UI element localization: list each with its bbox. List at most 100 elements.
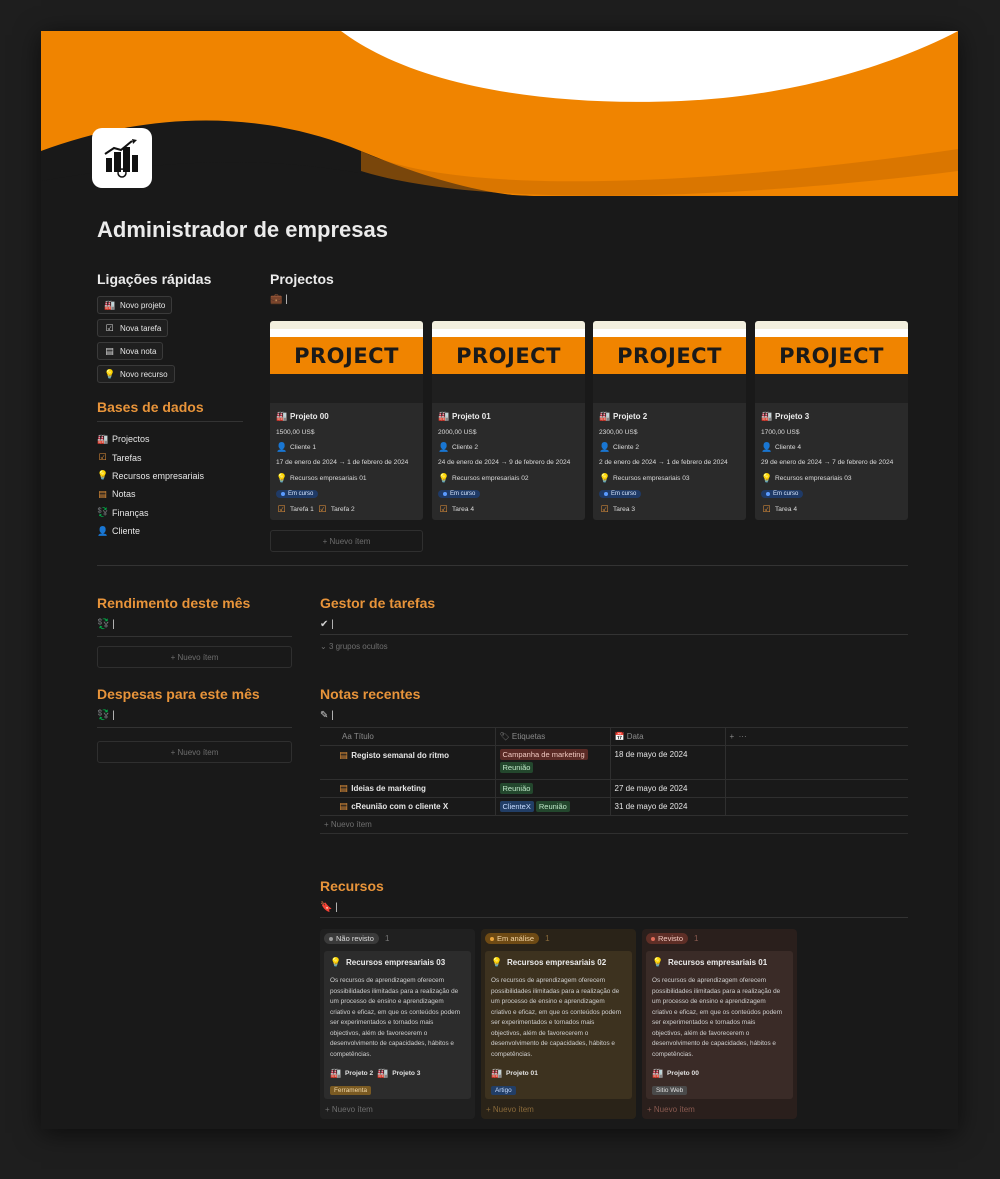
checkbox-icon: ☑	[600, 503, 609, 514]
db-link-finances[interactable]: 💱 Finanças	[97, 504, 243, 522]
resource-card[interactable]: 💡 Recursos empresariais 02 Os recursos de…	[485, 951, 632, 1099]
lightbulb-icon: 💡	[276, 472, 288, 483]
person-icon: 👤	[761, 441, 773, 452]
resources-section: Recursos 🔖 |	[320, 878, 910, 918]
project-cover: PROJECT	[593, 321, 746, 403]
lightbulb-icon: 💡	[438, 472, 450, 483]
status-badge: Em curso	[276, 489, 319, 498]
factory-icon: 🏭	[438, 411, 450, 422]
money-icon[interactable]: 💱 |	[97, 619, 292, 630]
db-link-resources[interactable]: 💡 Recursos empresariais	[97, 467, 243, 485]
checkbox-icon: ☑	[98, 452, 107, 463]
bookmark-icon[interactable]: 🔖 |	[320, 902, 910, 913]
db-link-client[interactable]: 👤 Cliente	[97, 522, 243, 540]
column-tags[interactable]: 🏷 Etiquetas	[494, 727, 610, 746]
hidden-groups-toggle[interactable]: ⌄ 3 grupos ocultos	[320, 642, 910, 651]
new-resource-button[interactable]: 💡 Novo recurso	[97, 365, 175, 383]
lightbulb-icon: 💡	[491, 957, 503, 967]
checkbox-icon: ☑	[105, 322, 114, 333]
table-row[interactable]: ▤ Ideias de marketing Reunião 27 de mayo…	[320, 779, 908, 798]
factory-icon: 🏭	[330, 1068, 342, 1078]
cover-image[interactable]	[41, 31, 958, 196]
db-link-notes[interactable]: ▤ Notas	[97, 485, 243, 503]
money-icon: 💱	[97, 507, 109, 518]
factory-icon: 🏭	[377, 1068, 389, 1078]
checkbox-icon: ☑	[318, 503, 327, 514]
lightbulb-icon: 💡	[104, 368, 116, 379]
notes-table: Aa Título 🏷 Etiquetas 📅 Data + ··· ▤ Reg…	[320, 727, 908, 834]
resource-card[interactable]: 💡 Recursos empresariais 01 Os recursos de…	[646, 951, 793, 1099]
note-icon: ▤	[339, 783, 348, 793]
table-row[interactable]: ▤ Registo semanal do ritmo Campanha de m…	[320, 745, 908, 780]
board-column-reviewed: Revisto 1 💡 Recursos empresariais 01 Os re…	[642, 929, 797, 1119]
column-title[interactable]: Aa Título	[320, 727, 495, 746]
project-card[interactable]: PROJECT 🏭 Projeto 2 2300,00 US$ 👤 Cliente …	[593, 321, 746, 520]
task-manager-section: Gestor de tarefas ✔ | ⌄ 3 grupos ocultos	[320, 595, 910, 651]
edit-icon[interactable]: ✎ |	[320, 710, 910, 721]
db-link-tasks[interactable]: ☑ Tarefas	[97, 448, 243, 466]
calendar-icon: 📅	[614, 732, 627, 741]
board-column-not-reviewed: Não revisto 1 💡 Recursos empresariais 03 O…	[320, 929, 475, 1119]
databases-heading: Bases de dados	[97, 399, 204, 415]
lightbulb-icon: 💡	[330, 957, 342, 967]
new-note-button[interactable]: ▤ Nova nota	[97, 342, 164, 360]
status-badge: Em curso	[761, 489, 804, 498]
status-badge[interactable]: Revisto	[646, 933, 689, 944]
income-heading: Rendimento deste mês	[97, 595, 251, 611]
project-card[interactable]: PROJECT 🏭 Projeto 01 2000,00 US$ 👤 Cliente…	[432, 321, 585, 520]
column-new-item-button[interactable]: + Nuevo ítem	[647, 1105, 695, 1114]
chevron-down-icon: ⌄	[320, 642, 329, 651]
project-card[interactable]: PROJECT 🏭 Projeto 00 1500,00 US$ 👤 Cliente…	[270, 321, 423, 520]
project-gallery: PROJECT 🏭 Projeto 00 1500,00 US$ 👤 Cliente…	[270, 321, 910, 521]
lightbulb-icon: 💡	[761, 472, 773, 483]
note-icon: ▤	[105, 345, 114, 356]
checkbox-icon: ☑	[439, 503, 448, 514]
column-new-item-button[interactable]: + Nuevo ítem	[325, 1105, 373, 1114]
notes-heading: Notas recentes	[320, 686, 421, 702]
notes-new-item-button[interactable]: + Nuevo ítem	[320, 815, 908, 834]
status-badge[interactable]: Em análise	[485, 933, 540, 944]
lightbulb-icon: 💡	[97, 470, 109, 481]
person-icon: 👤	[438, 441, 450, 452]
quick-links-heading: Ligações rápidas	[97, 271, 212, 287]
briefcase-icon[interactable]: 💼 |	[270, 294, 910, 305]
resources-heading: Recursos	[320, 878, 384, 894]
column-date[interactable]: 📅 Data	[609, 727, 725, 746]
resource-card[interactable]: 💡 Recursos empresariais 03 Os recursos de…	[324, 951, 471, 1099]
projects-section: Projectos 💼 |	[270, 271, 910, 305]
new-task-button[interactable]: ☑ Nova tarefa	[97, 319, 169, 337]
projects-new-item-button[interactable]: + Nuevo ítem	[270, 530, 423, 552]
database-list: 🏭 Projectos ☑ Tarefas 💡 Recursos empresaria…	[97, 421, 243, 540]
factory-icon: 🏭	[599, 411, 611, 422]
table-row[interactable]: ▤ cReunião com o cliente X ClienteX Reuni…	[320, 797, 908, 816]
page: Administrador de empresas Ligações rápid…	[41, 31, 958, 1129]
note-icon: ▤	[98, 488, 107, 499]
project-cover: PROJECT	[270, 321, 423, 403]
task-manager-heading: Gestor de tarefas	[320, 595, 436, 611]
building-chart-icon[interactable]	[92, 128, 152, 188]
add-column-button[interactable]: + ···	[724, 727, 908, 746]
table-header: Aa Título 🏷 Etiquetas 📅 Data + ···	[320, 727, 908, 746]
expenses-new-item-button[interactable]: + Nuevo ítem	[97, 741, 292, 763]
tag-icon: 🏷	[499, 732, 512, 741]
db-link-projects[interactable]: 🏭 Projectos	[97, 430, 243, 448]
factory-icon: 🏭	[276, 411, 288, 422]
income-section: Rendimento deste mês 💱 | + Nuevo ítem	[97, 595, 292, 668]
factory-icon: 🏭	[761, 411, 773, 422]
lightbulb-icon: 💡	[652, 957, 664, 967]
board-column-in-review: Em análise 1 💡 Recursos empresariais 02 Os…	[481, 929, 636, 1119]
factory-icon: 🏭	[491, 1068, 503, 1078]
new-project-button[interactable]: 🏭 Novo projeto	[97, 296, 173, 314]
expenses-section: Despesas para este mês 💱 | + Nuevo ítem	[97, 686, 292, 763]
project-card[interactable]: PROJECT 🏭 Projeto 3 1700,00 US$ 👤 Cliente …	[755, 321, 908, 520]
person-icon: 👤	[276, 441, 288, 452]
check-circle-icon[interactable]: ✔ |	[320, 619, 910, 630]
person-icon: 👤	[97, 525, 109, 536]
income-new-item-button[interactable]: + Nuevo ítem	[97, 646, 292, 668]
status-badge[interactable]: Não revisto	[324, 933, 379, 944]
left-column: Ligações rápidas 🏭 Novo projeto ☑ Nova tar…	[97, 271, 247, 540]
money-icon[interactable]: 💱 |	[97, 710, 292, 721]
column-new-item-button[interactable]: + Nuevo ítem	[486, 1105, 534, 1114]
status-badge: Em curso	[599, 489, 642, 498]
status-badge: Em curso	[438, 489, 481, 498]
